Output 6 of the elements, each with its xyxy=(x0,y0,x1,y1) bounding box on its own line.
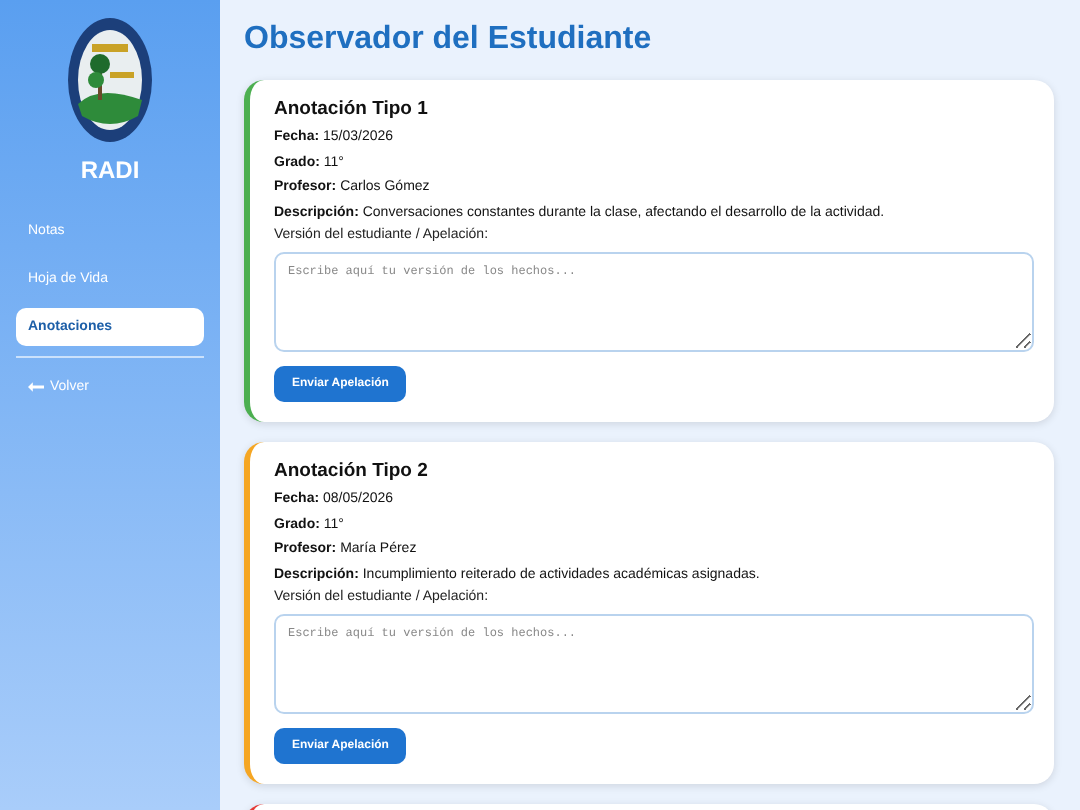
annotation-title: Anotación Tipo 1 xyxy=(274,98,428,122)
left-arrow-icon xyxy=(28,382,44,392)
emblem-drawing xyxy=(66,16,154,144)
annotation-title: Anotación Tipo 2 xyxy=(274,460,428,484)
brand-name: RADI xyxy=(80,156,140,184)
page-title: Observador del Estudiante xyxy=(244,20,654,60)
